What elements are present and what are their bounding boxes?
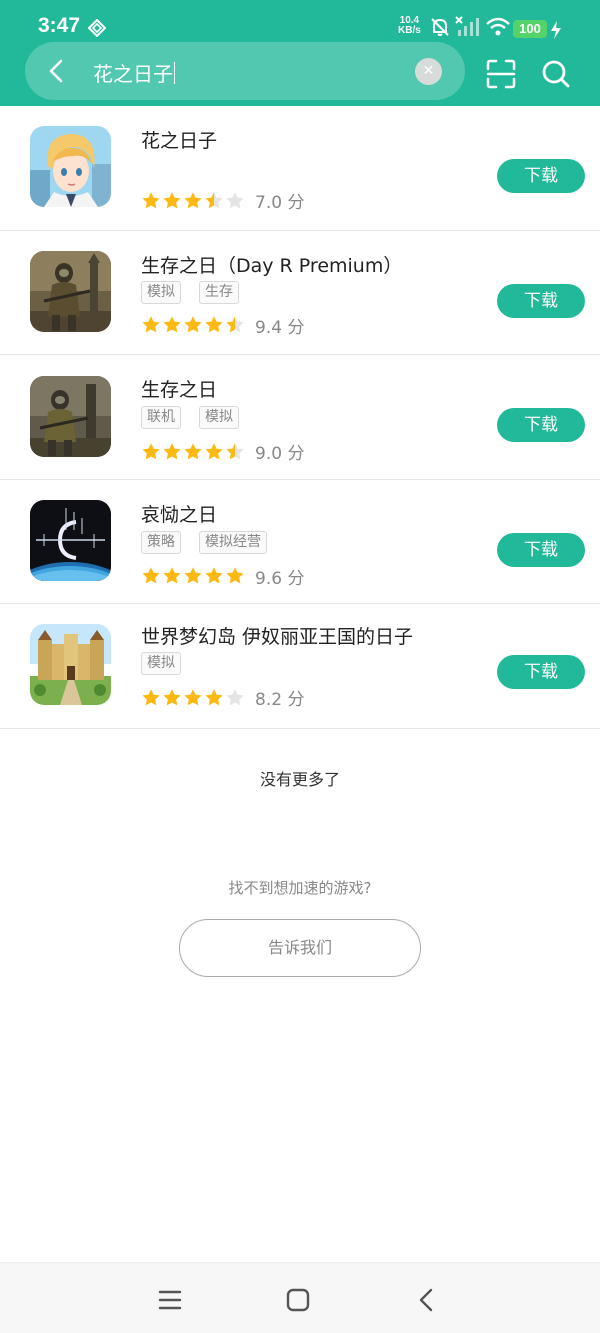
star-full-icon — [142, 442, 160, 459]
star-rating — [141, 191, 245, 211]
tag: 联机 — [141, 406, 181, 429]
text-caret — [174, 61, 175, 84]
signal-off-icon — [455, 16, 479, 36]
list-item[interactable]: 生存之日（Day R Premium） 模拟 生存 9.4 分 下载 — [0, 231, 600, 355]
clear-icon[interactable]: ✕ — [415, 58, 442, 85]
score-text: 9.6 分 — [255, 568, 305, 589]
net-speed: 10.4 KB/s — [398, 16, 421, 36]
star-full-icon — [163, 442, 181, 459]
star-full-icon — [184, 191, 202, 208]
star-full-icon — [205, 442, 223, 459]
rating: 9.0 分 — [141, 439, 304, 464]
tag-list: 联机 模拟 — [141, 406, 239, 429]
tag: 生存 — [199, 280, 239, 304]
rating: 7.0 分 — [141, 188, 304, 213]
tag-list: 模拟 生存 — [141, 280, 239, 304]
tag: 策略 — [141, 530, 181, 554]
system-nav-bar — [0, 1262, 600, 1333]
star-rating — [141, 566, 245, 586]
search-input[interactable]: 花之日子 — [93, 58, 175, 87]
game-title: 哀恸之日 — [141, 503, 218, 526]
star-full-icon — [163, 688, 181, 705]
star-full-icon — [184, 316, 202, 333]
survivor-icon[interactable] — [30, 376, 111, 457]
star-half-icon — [226, 316, 244, 333]
star-rating — [141, 315, 245, 335]
search-results-list: 花之日子 7.0 分 下载 生存之日（Day R Premium） 模拟 生存 … — [0, 106, 600, 729]
list-item[interactable]: 世界梦幻岛 伊奴丽亚王国的日子 模拟 8.2 分 下载 — [0, 604, 600, 729]
star-full-icon — [184, 442, 202, 459]
star-full-icon — [205, 316, 223, 333]
bell-muted-icon — [431, 18, 449, 36]
star-full-icon — [184, 567, 202, 584]
home-icon[interactable] — [285, 1287, 311, 1313]
tag: 模拟 — [199, 406, 239, 429]
back-icon[interactable] — [414, 1287, 440, 1313]
download-button[interactable]: 下载 — [497, 655, 585, 689]
list-item[interactable]: 哀恸之日 策略 模拟经营 9.6 分 下载 — [0, 480, 600, 604]
back-arrow-icon[interactable] — [45, 58, 69, 84]
dark-planet-icon[interactable] — [30, 499, 111, 581]
star-full-icon — [163, 316, 181, 333]
star-full-icon — [142, 191, 160, 208]
game-title: 世界梦幻岛 伊奴丽亚王国的日子 — [141, 626, 414, 648]
app-header: 3:47 10.4 KB/s 100 花之日子 ✕ — [0, 0, 600, 106]
charging-icon — [551, 21, 561, 39]
tag: 模拟 — [141, 280, 181, 304]
menu-icon[interactable] — [157, 1287, 183, 1313]
list-item[interactable]: 生存之日 联机 模拟 9.0 分 下载 — [0, 355, 600, 480]
star-empty-icon — [226, 688, 244, 705]
star-full-icon — [142, 567, 160, 584]
star-half-icon — [226, 442, 244, 459]
cant-find-label: 找不到想加速的游戏? — [228, 879, 372, 897]
battery-level: 100 — [513, 20, 547, 38]
tag-list: 策略 模拟经营 — [141, 530, 267, 554]
anime-boy-icon[interactable] — [30, 126, 111, 207]
download-button[interactable]: 下载 — [497, 159, 585, 193]
rating: 9.4 分 — [141, 313, 304, 338]
star-full-icon — [226, 567, 244, 584]
castle-icon[interactable] — [30, 624, 111, 705]
star-rating — [141, 442, 245, 462]
star-full-icon — [163, 191, 181, 208]
tag-list: 模拟 — [141, 652, 181, 675]
star-full-icon — [163, 567, 181, 584]
star-full-icon — [205, 688, 223, 705]
rating: 8.2 分 — [141, 685, 304, 710]
diamond-app-icon — [88, 19, 106, 37]
score-text: 9.4 分 — [255, 317, 305, 338]
download-button[interactable]: 下载 — [497, 532, 585, 567]
score-text: 7.0 分 — [255, 193, 305, 213]
game-title: 生存之日（Day R Premium） — [141, 254, 403, 277]
star-full-icon — [142, 688, 160, 705]
tell-us-button[interactable]: 告诉我们 — [179, 919, 421, 977]
star-empty-icon — [226, 191, 244, 208]
download-button[interactable]: 下载 — [497, 283, 585, 318]
wifi-icon — [486, 17, 510, 36]
game-title: 花之日子 — [141, 130, 218, 152]
star-full-icon — [142, 316, 160, 333]
score-text: 8.2 分 — [255, 690, 305, 710]
tag: 模拟经营 — [199, 530, 267, 554]
list-item[interactable]: 花之日子 7.0 分 下载 — [0, 106, 600, 231]
status-bar: 3:47 10.4 KB/s 100 — [0, 0, 600, 42]
search-box[interactable]: 花之日子 ✕ — [25, 42, 465, 100]
rating: 9.6 分 — [141, 564, 304, 589]
tag: 模拟 — [141, 652, 181, 675]
star-rating — [141, 688, 245, 708]
star-full-icon — [184, 688, 202, 705]
score-text: 9.0 分 — [255, 444, 305, 464]
status-time: 3:47 — [38, 14, 81, 37]
net-speed-unit: KB/s — [398, 25, 421, 36]
download-button[interactable]: 下载 — [497, 408, 585, 442]
survivor-icon[interactable] — [30, 250, 111, 332]
star-full-icon — [205, 567, 223, 584]
scan-icon[interactable] — [486, 59, 516, 89]
search-query: 花之日子 — [93, 62, 173, 86]
search-icon[interactable] — [541, 59, 571, 89]
no-more-label: 没有更多了 — [259, 770, 340, 789]
game-title: 生存之日 — [141, 379, 218, 401]
star-half-icon — [205, 191, 223, 208]
